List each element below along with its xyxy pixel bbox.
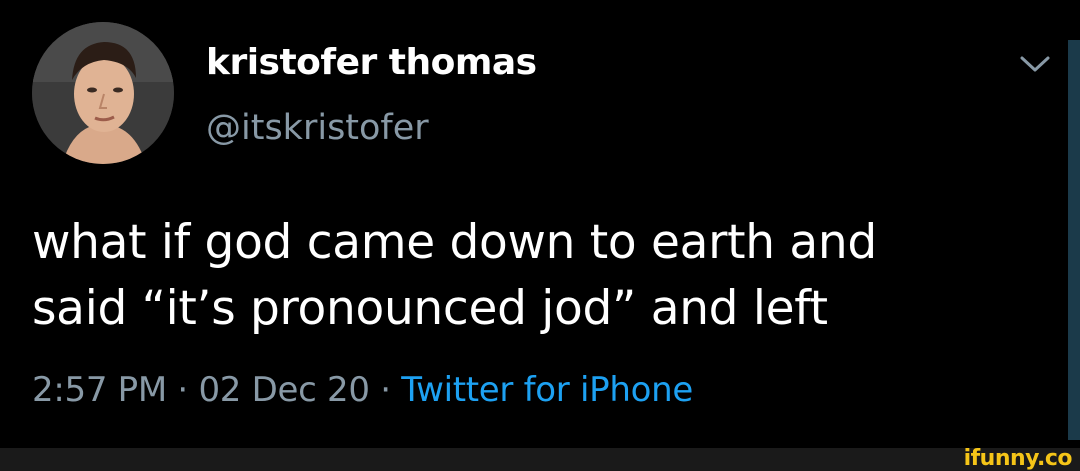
tweet-text: what if god came down to earth and said … — [32, 210, 1052, 342]
meta-separator: · — [177, 370, 188, 410]
bottom-bar — [0, 448, 1080, 471]
user-handle[interactable]: @itskristofer — [206, 108, 429, 148]
tweet-time[interactable]: 2:57 PM — [32, 370, 167, 410]
chevron-down-icon[interactable] — [1018, 52, 1052, 76]
tweet-text-line: what if god came down to earth and — [32, 215, 877, 270]
tweet-card: kristofer thomas @itskristofer what if g… — [0, 0, 1068, 448]
scroll-edge — [1068, 40, 1080, 440]
watermark-logo: ifunny.co — [963, 446, 1073, 471]
tweet-text-line: said “it’s pronounced jod” and left — [32, 281, 828, 336]
display-name[interactable]: kristofer thomas — [206, 42, 537, 83]
tweet-meta: 2:57 PM · 02 Dec 20 · Twitter for iPhone — [32, 370, 693, 410]
tweet-source-link[interactable]: Twitter for iPhone — [401, 370, 693, 410]
meta-separator: · — [380, 370, 391, 410]
profile-photo-icon — [32, 22, 174, 164]
avatar[interactable] — [32, 22, 174, 164]
tweet-date[interactable]: 02 Dec 20 — [198, 370, 370, 410]
